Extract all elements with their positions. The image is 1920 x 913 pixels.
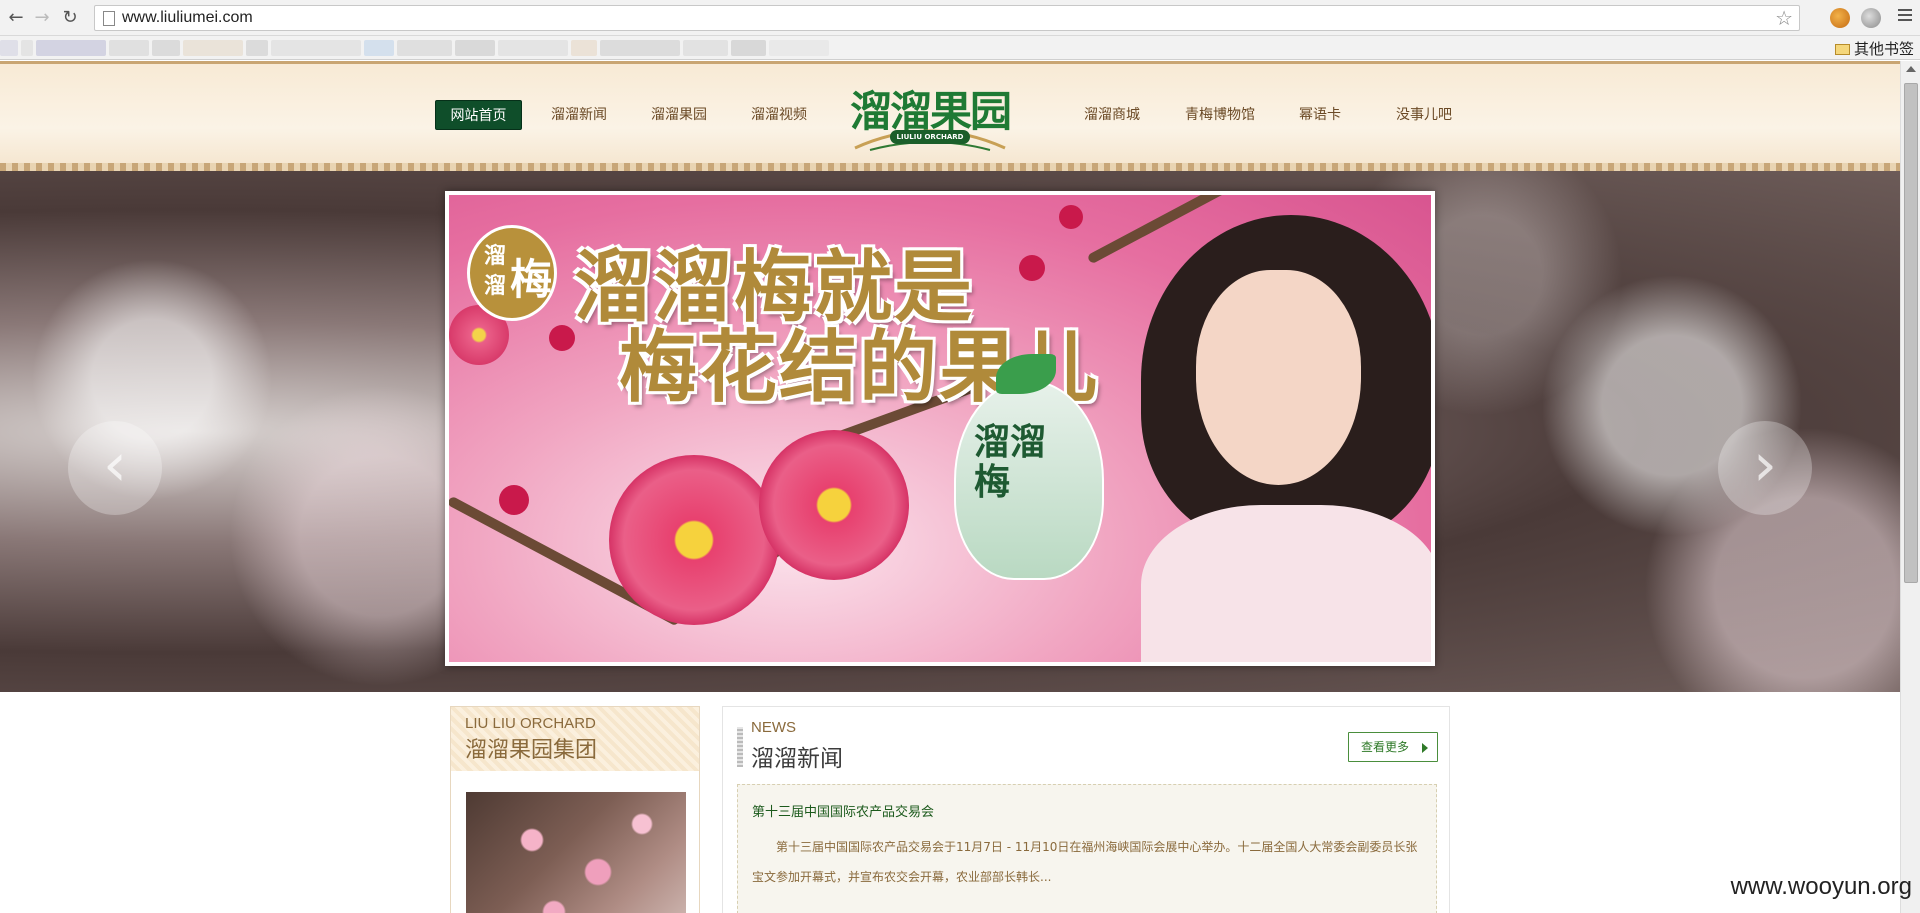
nav-news[interactable]: 溜溜新闻 (545, 100, 613, 130)
blurred-bookmark[interactable] (271, 40, 361, 56)
blurred-bookmark[interactable] (246, 40, 268, 56)
news-title-bar (737, 727, 743, 767)
plum-blossom (609, 455, 779, 625)
orchard-group-title[interactable]: 溜溜果园集团 (465, 732, 685, 764)
other-bookmarks-label: 其他书签 (1853, 40, 1914, 58)
news-title: 溜溜新闻 (751, 746, 843, 772)
nav-forum[interactable]: 没事儿吧 (1390, 100, 1458, 130)
bookmarks-bar: 其他书签 (0, 36, 1920, 60)
nav-orchard[interactable]: 溜溜果园 (645, 100, 713, 130)
badge-char: 梅 (510, 255, 553, 304)
site-header: 网站首页 溜溜新闻 溜溜果园 溜溜视频 溜溜果园 LIULIU ORCHARD … (0, 61, 1900, 171)
news-item-body: 第十三届中国国际农产品交易会于11月7日 - 11月10日在福州海峡国际会展中心… (752, 840, 1418, 884)
other-bookmarks[interactable]: 其他书签 (1834, 38, 1914, 59)
orchard-group-en: LIU LIU ORCHARD (465, 715, 596, 732)
blurred-bookmark[interactable] (571, 40, 597, 56)
play-triangle-icon (1422, 743, 1428, 753)
page-icon (103, 11, 115, 26)
reload-icon[interactable]: ↻ (60, 8, 80, 28)
carousel-next-button[interactable]: › (1718, 421, 1812, 515)
badge-char: 溜 (484, 273, 507, 299)
cookie-extension-icon[interactable] (1830, 8, 1850, 28)
address-bar[interactable]: www.liuliumei.com ☆ (94, 5, 1800, 31)
blurred-bookmark[interactable] (364, 40, 394, 56)
scrollbar[interactable] (1900, 61, 1920, 913)
nav-home[interactable]: 网站首页 (435, 100, 522, 130)
face-shape (1196, 270, 1361, 485)
nav-video[interactable]: 溜溜视频 (745, 100, 813, 130)
orchard-photo[interactable] (466, 792, 686, 913)
blurred-bookmark[interactable] (600, 40, 680, 56)
news-item-title[interactable]: 第十三届中国国际农产品交易会 (752, 801, 1422, 820)
carousel-prev-button[interactable]: ‹ (68, 421, 162, 515)
hero-banner: ‹ › 溜 溜 梅 溜溜梅就是 梅花结的果儿 溜溜梅 (0, 171, 1900, 692)
site-logo[interactable]: 溜溜果园 LIULIU ORCHARD (850, 76, 1012, 156)
back-icon[interactable]: ← (6, 8, 26, 28)
nav-museum[interactable]: 青梅博物馆 (1178, 100, 1262, 130)
folder-icon (1834, 44, 1850, 55)
plum-bud (499, 485, 529, 515)
banner-slide[interactable]: 溜 溜 梅 溜溜梅就是 梅花结的果儿 溜溜梅 (445, 191, 1435, 666)
nav-mall[interactable]: 溜溜商城 (1078, 100, 1146, 130)
scrollbar-thumb[interactable] (1904, 83, 1918, 583)
news-panel: NEWS 溜溜新闻 查看更多 第十三届中国国际农产品交易会 第十三届中国国际农产… (722, 706, 1450, 913)
url-text[interactable]: www.liuliumei.com (122, 9, 253, 27)
orchard-group-header: LIU LIU ORCHARD 溜溜果园集团 (451, 707, 699, 771)
plum-bud (1059, 205, 1083, 229)
news-label-en: NEWS (751, 719, 796, 736)
blurred-bookmark[interactable] (21, 40, 33, 56)
blurred-bookmark[interactable] (397, 40, 452, 56)
page-viewport: 网站首页 溜溜新闻 溜溜果园 溜溜视频 溜溜果园 LIULIU ORCHARD … (0, 61, 1900, 913)
watermark: www.wooyun.org (1730, 873, 1912, 900)
blurred-bookmark[interactable] (36, 40, 106, 56)
blurred-bookmark[interactable] (498, 40, 568, 56)
blurred-bookmark[interactable] (731, 40, 766, 56)
scroll-up-icon[interactable] (1906, 66, 1916, 72)
orchard-group-box: LIU LIU ORCHARD 溜溜果园集团 (450, 706, 700, 913)
blurred-bookmark[interactable] (683, 40, 728, 56)
dress-shape (1141, 505, 1431, 662)
blurred-bookmark[interactable] (769, 40, 829, 56)
globe-extension-icon[interactable] (1861, 8, 1881, 28)
blurred-bookmark[interactable] (109, 40, 149, 56)
badge-char: 溜 (484, 243, 507, 269)
plum-bud (1019, 255, 1045, 281)
logo-subtitle: LIULIU ORCHARD (890, 130, 970, 144)
blurred-bookmark[interactable] (455, 40, 495, 56)
blurred-bookmark[interactable] (152, 40, 180, 56)
plum-blossom (759, 430, 909, 580)
plum-bud (549, 325, 575, 351)
news-item[interactable]: 第十三届中国国际农产品交易会 第十三届中国国际农产品交易会于11月7日 - 11… (737, 784, 1437, 913)
forward-icon[interactable]: → (32, 8, 52, 28)
ad-image: 溜 溜 梅 溜溜梅就是 梅花结的果儿 溜溜梅 (449, 195, 1431, 662)
product-text: 溜溜梅 (974, 421, 1047, 503)
view-more-label: 查看更多 (1361, 740, 1410, 754)
menu-icon[interactable] (1898, 9, 1912, 23)
model-photo (1101, 215, 1431, 662)
blurred-bookmark[interactable] (183, 40, 243, 56)
blurred-bookmark[interactable] (0, 40, 18, 56)
blurred-bookmarks (0, 40, 832, 58)
nav-card[interactable]: 幂语卡 (1293, 100, 1347, 130)
view-more-button[interactable]: 查看更多 (1348, 732, 1438, 762)
ad-badge: 溜 溜 梅 (467, 225, 557, 321)
product-cup: 溜溜梅 (954, 354, 1104, 580)
bookmark-star-icon[interactable]: ☆ (1775, 6, 1793, 30)
browser-toolbar: ← → ↻ www.liuliumei.com ☆ (0, 0, 1920, 36)
